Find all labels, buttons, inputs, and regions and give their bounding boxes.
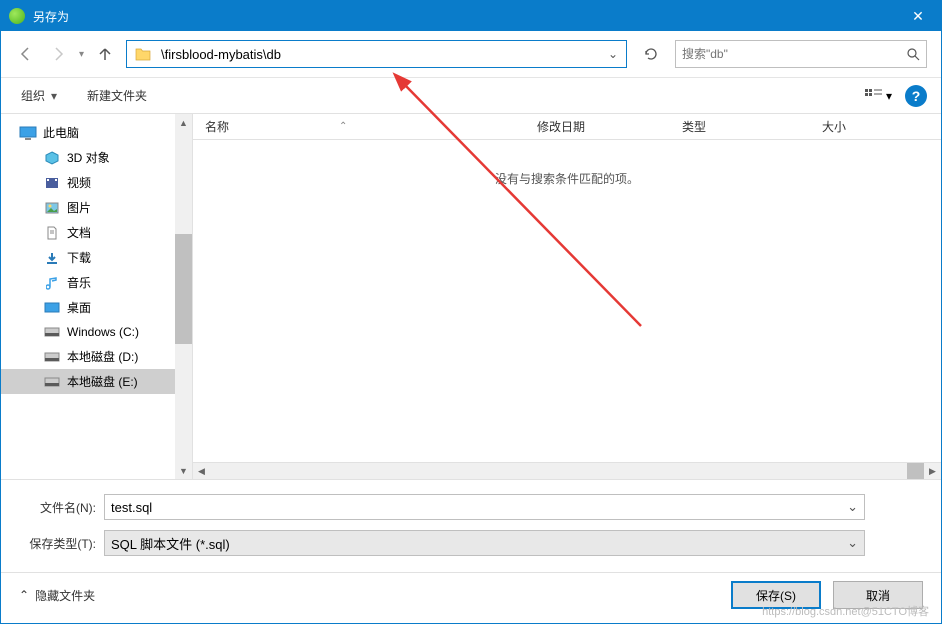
search-input[interactable] bbox=[676, 47, 900, 61]
chevron-down-icon: ▾ bbox=[51, 89, 57, 103]
download-icon bbox=[43, 250, 61, 266]
tree-this-pc[interactable]: 此电脑 bbox=[1, 120, 175, 145]
scroll-left-icon[interactable]: ◀ bbox=[193, 463, 210, 480]
chevron-down-icon: ▾ bbox=[886, 89, 892, 103]
tree-music[interactable]: 音乐 bbox=[1, 270, 175, 295]
tree-label: 视频 bbox=[67, 174, 91, 191]
tree-label: 图片 bbox=[67, 199, 91, 216]
newfolder-label: 新建文件夹 bbox=[87, 87, 147, 104]
nav-up-button[interactable] bbox=[94, 43, 116, 65]
nav-history-dropdown[interactable]: ▾ bbox=[79, 49, 84, 60]
desktop-icon bbox=[43, 300, 61, 316]
col-size-header[interactable]: 大小 bbox=[822, 118, 929, 135]
document-icon bbox=[43, 225, 61, 241]
drive-icon bbox=[43, 374, 61, 390]
organize-button[interactable]: 组织 ▾ bbox=[15, 83, 63, 108]
organize-label: 组织 bbox=[21, 87, 45, 104]
view-options-button[interactable]: ▾ bbox=[861, 85, 895, 107]
tree-label: 本地磁盘 (E:) bbox=[67, 373, 138, 390]
col-modified-header[interactable]: 修改日期 bbox=[537, 118, 682, 135]
chevron-down-icon[interactable]: ⌄ bbox=[600, 47, 626, 61]
tree-label: 本地磁盘 (D:) bbox=[67, 348, 138, 365]
app-icon bbox=[9, 8, 25, 24]
tree-label: 此电脑 bbox=[43, 124, 79, 141]
search-icon[interactable] bbox=[900, 47, 926, 61]
cube-icon bbox=[43, 150, 61, 166]
tree-label: 下载 bbox=[67, 249, 91, 266]
close-button[interactable]: ✕ bbox=[895, 1, 941, 31]
col-name-header[interactable]: 名称 ⌃ bbox=[205, 118, 537, 135]
tree-drive-d[interactable]: 本地磁盘 (D:) bbox=[1, 344, 175, 369]
save-button[interactable]: 保存(S) bbox=[731, 581, 821, 609]
scroll-up-icon[interactable]: ▲ bbox=[175, 114, 192, 131]
tree-label: 音乐 bbox=[67, 274, 91, 291]
hide-folders-label: 隐藏文件夹 bbox=[35, 587, 95, 604]
refresh-button[interactable] bbox=[637, 40, 665, 68]
tree-label: 3D 对象 bbox=[67, 149, 110, 166]
picture-icon bbox=[43, 200, 61, 216]
drive-icon bbox=[43, 324, 61, 340]
monitor-icon bbox=[19, 125, 37, 141]
address-bar[interactable]: \firsblood-mybatis\db ⌄ bbox=[126, 40, 627, 68]
tree-pictures[interactable]: 图片 bbox=[1, 195, 175, 220]
col-type-header[interactable]: 类型 bbox=[682, 118, 822, 135]
filename-value: test.sql bbox=[111, 500, 152, 515]
tree-drive-c[interactable]: Windows (C:) bbox=[1, 320, 175, 344]
filename-input[interactable]: test.sql ⌄ bbox=[104, 494, 865, 520]
filetype-select[interactable]: SQL 脚本文件 (*.sql) ⌄ bbox=[104, 530, 865, 556]
cancel-button[interactable]: 取消 bbox=[833, 581, 923, 609]
column-headers: 名称 ⌃ 修改日期 类型 大小 bbox=[193, 114, 941, 140]
tree-label: 桌面 bbox=[67, 299, 91, 316]
new-folder-button[interactable]: 新建文件夹 bbox=[81, 83, 153, 108]
window-title: 另存为 bbox=[33, 8, 895, 25]
sidebar-tree: 此电脑 3D 对象 视频 图片 文档 bbox=[1, 114, 175, 479]
tree-label: 文档 bbox=[67, 224, 91, 241]
scroll-thumb[interactable] bbox=[907, 463, 924, 480]
music-icon bbox=[43, 275, 61, 291]
tree-videos[interactable]: 视频 bbox=[1, 170, 175, 195]
empty-state: 没有与搜索条件匹配的项。 bbox=[193, 140, 941, 187]
help-icon[interactable]: ? bbox=[905, 85, 927, 107]
chevron-down-icon[interactable]: ⌄ bbox=[847, 535, 858, 551]
drive-icon bbox=[43, 349, 61, 365]
search-box[interactable] bbox=[675, 40, 927, 68]
filetype-value: SQL 脚本文件 (*.sql) bbox=[111, 534, 230, 553]
scroll-down-icon[interactable]: ▼ bbox=[175, 462, 192, 479]
scroll-thumb[interactable] bbox=[175, 234, 192, 344]
tree-label: Windows (C:) bbox=[67, 325, 139, 339]
filetype-label: 保存类型(T): bbox=[19, 535, 104, 552]
address-path: \firsblood-mybatis\db bbox=[159, 47, 600, 62]
nav-forward-button[interactable] bbox=[47, 43, 69, 65]
tree-documents[interactable]: 文档 bbox=[1, 220, 175, 245]
folder-icon bbox=[133, 44, 153, 64]
tree-desktop[interactable]: 桌面 bbox=[1, 295, 175, 320]
nav-back-button[interactable] bbox=[15, 43, 37, 65]
filename-label: 文件名(N): bbox=[19, 499, 104, 516]
sort-asc-icon: ⌃ bbox=[339, 121, 347, 132]
scroll-right-icon[interactable]: ▶ bbox=[924, 463, 941, 480]
film-icon bbox=[43, 175, 61, 191]
tree-3dobjects[interactable]: 3D 对象 bbox=[1, 145, 175, 170]
title-bar: 另存为 ✕ bbox=[1, 1, 941, 31]
chevron-down-icon[interactable]: ⌄ bbox=[847, 499, 858, 515]
tree-downloads[interactable]: 下载 bbox=[1, 245, 175, 270]
tree-drive-e[interactable]: 本地磁盘 (E:) bbox=[1, 369, 175, 394]
hide-folders-toggle[interactable]: ⌃ 隐藏文件夹 bbox=[19, 587, 95, 604]
sidebar-scrollbar[interactable]: ▲ ▼ bbox=[175, 114, 192, 479]
chevron-up-icon: ⌃ bbox=[19, 588, 29, 602]
horizontal-scrollbar[interactable]: ◀ ▶ bbox=[193, 462, 941, 479]
